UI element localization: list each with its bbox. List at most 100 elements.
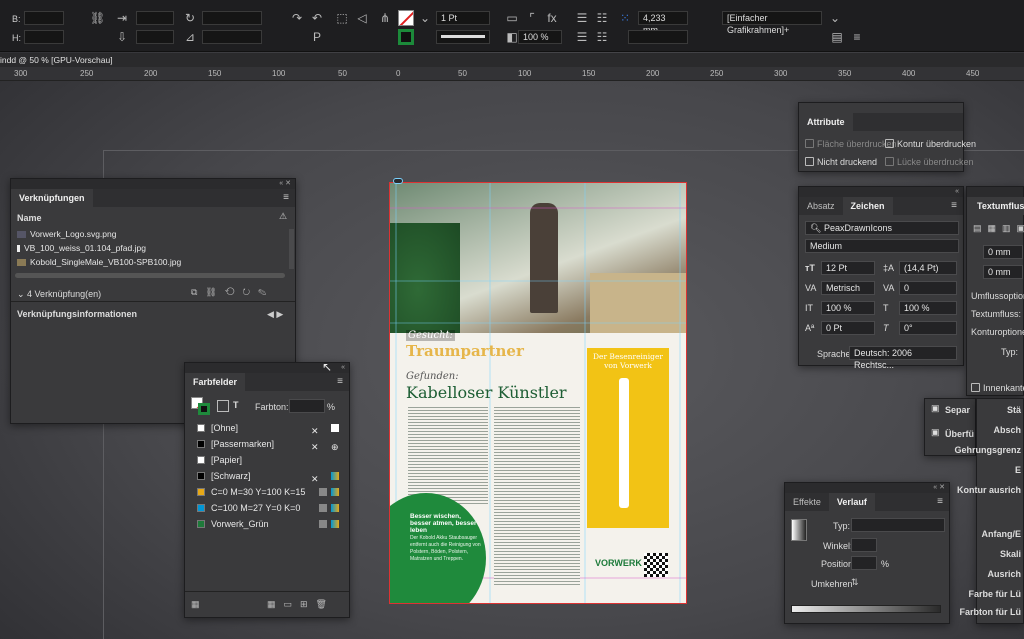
kerning-field[interactable]: Metrisch	[821, 281, 875, 295]
checkbox[interactable]	[971, 383, 980, 392]
link-icon[interactable]: ⛓	[90, 11, 105, 25]
skew-field[interactable]: 0°	[899, 321, 957, 335]
tab-attribute[interactable]: Attribute	[799, 113, 853, 131]
panel-collapse[interactable]: « ✕	[11, 179, 295, 189]
font-family-select[interactable]: 🔍︎ PeaxDrawnIcons	[805, 221, 959, 235]
checkbox[interactable]	[805, 139, 814, 148]
chevron-down-icon[interactable]: ⌄	[418, 11, 432, 25]
tint-field[interactable]	[289, 399, 325, 413]
flip-vertical-icon[interactable]: ⇩	[115, 30, 129, 44]
swatch-row[interactable]: [Schwarz] ✕	[191, 469, 341, 484]
text-icon[interactable]: T	[233, 400, 239, 410]
swatch-row[interactable]: [Ohne] ✕	[191, 421, 341, 436]
horizontal-scrollbar[interactable]	[15, 273, 285, 278]
gradient-type-select[interactable]	[851, 518, 945, 532]
position-field[interactable]	[851, 556, 877, 570]
select-prev-icon[interactable]: ◁	[355, 11, 369, 25]
wrap-type-icons[interactable]: ▤▦▥▣	[973, 223, 1024, 234]
tab-absatz[interactable]: Absatz	[799, 197, 843, 215]
document-tab[interactable]: indd @ 50 % [GPU-Vorschau]	[0, 53, 1024, 67]
stroke-weight-field[interactable]: 1 Pt	[436, 11, 490, 25]
checkbox[interactable]	[885, 157, 894, 166]
tab-verknuepfungen[interactable]: Verknüpfungen	[11, 189, 93, 207]
swatch-row[interactable]: Vorwerk_Grün	[191, 517, 341, 531]
baseline-field[interactable]: 0 Pt	[821, 321, 875, 335]
swatch-row[interactable]: [Papier]	[191, 453, 341, 467]
offset-bottom-field[interactable]: 0 mm	[983, 265, 1023, 279]
opacity-field[interactable]: 100 %	[518, 30, 562, 44]
text-column-1[interactable]	[408, 405, 488, 505]
panel-collapse[interactable]: « ✕	[785, 483, 949, 493]
font-style-select[interactable]: Medium	[805, 239, 959, 253]
selection-icon[interactable]: ⬚	[335, 11, 349, 25]
object-style-select[interactable]: [Einfacher Grafikrahmen]+	[722, 11, 822, 35]
panel-collapse[interactable]: «	[799, 187, 963, 197]
horizontal-scale-field[interactable]: 100 %	[899, 301, 957, 315]
reference-point-icon[interactable]: ⁙	[618, 11, 632, 25]
rotate-icon[interactable]: ↻	[183, 11, 197, 25]
link-item[interactable]: Vorwerk_Logo.svg.png	[17, 229, 116, 239]
shear-field[interactable]	[202, 30, 262, 44]
rotate-field[interactable]	[202, 11, 262, 25]
panel-menu-icon[interactable]: ≡	[337, 376, 343, 387]
leading-field[interactable]: (14,4 Pt)	[899, 261, 957, 275]
height-field[interactable]	[24, 30, 64, 44]
rotate-ccw-icon[interactable]: ↶	[310, 11, 324, 25]
side-box[interactable]: Der Besenreiniger von Vorwerk	[587, 348, 669, 528]
swatch-row[interactable]: C=0 M=30 Y=100 K=15	[191, 485, 341, 499]
frame-fit-icon[interactable]: ▭	[505, 11, 519, 25]
checkbox[interactable]	[885, 139, 894, 148]
link-item[interactable]: VB_100_weiss_01.104_pfad.jpg	[17, 243, 146, 253]
width-field[interactable]	[24, 11, 64, 25]
corner-icon[interactable]: ⌜	[525, 11, 539, 25]
network-icon[interactable]: ⋔	[378, 11, 392, 25]
align-bottom-icon[interactable]: ☰	[575, 30, 589, 44]
scale-x-field[interactable]	[136, 11, 174, 25]
swatch-options-icon[interactable]: ▦	[191, 599, 200, 610]
chevron-down-icon[interactable]: ⌄	[17, 289, 27, 299]
stroke-swatch[interactable]	[198, 403, 210, 415]
stroke-type-select[interactable]	[436, 30, 490, 44]
trap-presets-tab[interactable]: Überfü	[945, 429, 974, 439]
links-actions[interactable]: ⧉⛓⟲↻✎	[191, 287, 274, 298]
rotate-cw-icon[interactable]: ↷	[290, 11, 304, 25]
links-column-name[interactable]: Name	[17, 213, 42, 223]
opacity-icon[interactable]: ◧	[505, 30, 519, 44]
swatch-row[interactable]: [Passermarken] ✕ ⊕	[191, 437, 341, 452]
shear-icon[interactable]: ⊿	[183, 30, 197, 44]
vertical-scale-field[interactable]: 100 %	[821, 301, 875, 315]
fill-none-swatch[interactable]	[398, 10, 414, 26]
panel-menu-icon[interactable]: ≡	[283, 192, 289, 203]
chevron-down-icon[interactable]: ⌄	[828, 11, 842, 25]
frame-chain-icon[interactable]	[393, 178, 403, 184]
fx-icon[interactable]: fx	[545, 11, 559, 25]
document-page[interactable]: Gesucht: Traumpartner Gefunden: Kabellos…	[389, 182, 687, 604]
language-select[interactable]: Deutsch: 2006 Rechtsc...	[849, 346, 957, 370]
link-item[interactable]: Kobold_SingleMale_VB100-SPB100.jpg	[17, 257, 181, 267]
panel-collapse[interactable]	[967, 187, 1023, 197]
tab-verlauf[interactable]: Verlauf	[828, 493, 875, 511]
flip-icon[interactable]: ⇥	[115, 11, 129, 25]
tab-textumfluss[interactable]: Textumfluss	[967, 197, 1024, 215]
panel-menu-icon[interactable]: ≡	[937, 496, 943, 507]
separations-tab[interactable]: Separ	[945, 405, 970, 415]
panel-menu-icon[interactable]: ≡	[951, 200, 957, 211]
font-size-field[interactable]: 12 Pt	[821, 261, 875, 275]
checkbox[interactable]	[805, 157, 814, 166]
swatch-actions[interactable]: ▦▭⊞🗑	[267, 599, 335, 610]
gradient-ramp[interactable]	[791, 605, 941, 613]
align-center-icon[interactable]: ☷	[595, 11, 609, 25]
p-icon[interactable]: P	[310, 30, 324, 44]
container-icon[interactable]	[217, 400, 229, 412]
offset-top-field[interactable]: 0 mm	[983, 245, 1023, 259]
stroke-swatch[interactable]	[398, 29, 414, 45]
tab-farbfelder[interactable]: Farbfelder	[185, 373, 246, 391]
scale-y-field[interactable]	[136, 30, 174, 44]
panel-menu-icon[interactable]: ≡	[850, 30, 864, 44]
reverse-icon[interactable]: ⇅	[851, 577, 859, 588]
angle-field[interactable]	[851, 538, 877, 552]
gradient-preview[interactable]	[791, 519, 807, 541]
distribute-icon[interactable]: ☷	[595, 30, 609, 44]
text-column-2[interactable]	[494, 405, 580, 585]
text-frame-icon[interactable]: ▤	[830, 30, 844, 44]
